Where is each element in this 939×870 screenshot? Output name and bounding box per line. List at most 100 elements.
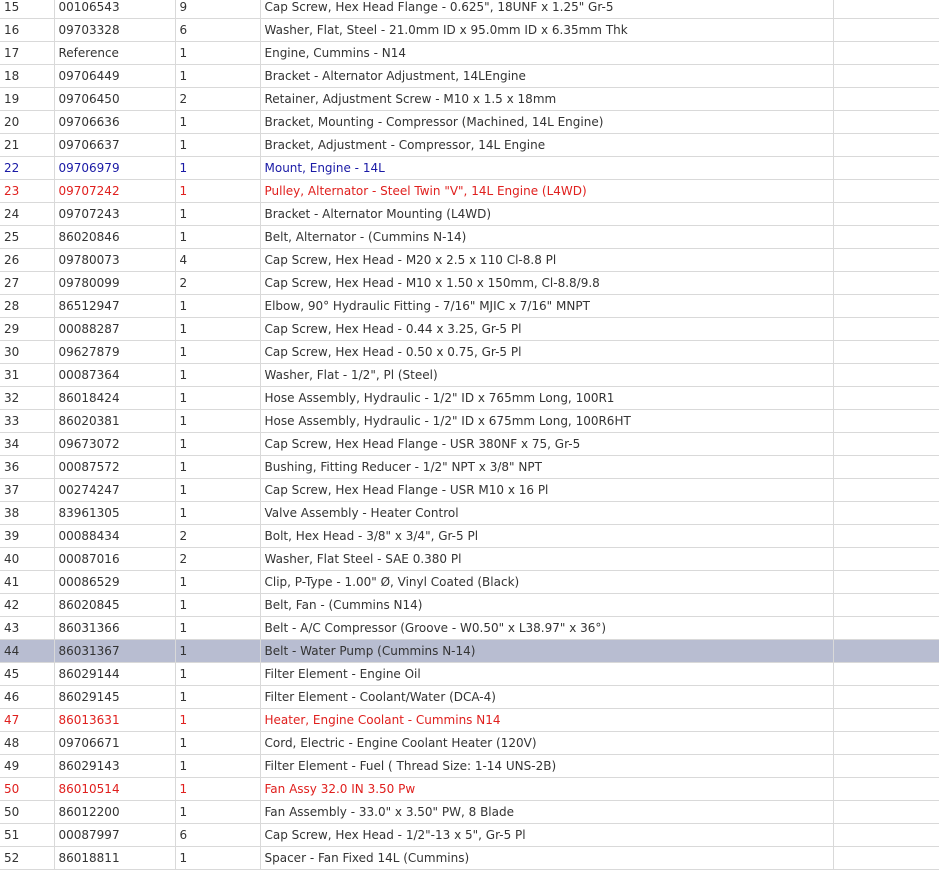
table-row[interactable]: 45 86029144 1 Filter Element - Engine Oil (0, 662, 939, 686)
table-row[interactable]: 33 86020381 1 Hose Assembly, Hydraulic - 1/… (0, 409, 939, 433)
empty-cell (833, 685, 939, 709)
table-row[interactable]: 32 86018424 1 Hose Assembly, Hydraulic - 1/… (0, 386, 939, 410)
quantity-cell: 1 (175, 363, 261, 387)
empty-cell (833, 524, 939, 548)
table-row[interactable]: 46 86029145 1 Filter Element - Coolant/Wate… (0, 685, 939, 709)
table-row[interactable]: 20 09706636 1 Bracket, Mounting - Compresso… (0, 110, 939, 134)
empty-cell (833, 547, 939, 571)
empty-cell (833, 570, 939, 594)
part-number-cell: 00087997 (54, 823, 176, 847)
table-row[interactable]: 50 86012200 1 Fan Assembly - 33.0" x 3.50" … (0, 800, 939, 824)
empty-cell (833, 248, 939, 272)
table-row[interactable]: 26 09780073 4 Cap Screw, Hex Head - M20 x 2… (0, 248, 939, 272)
quantity-cell: 1 (175, 225, 261, 249)
item-number-cell: 17 (0, 41, 55, 65)
table-row[interactable]: 43 86031366 1 Belt - A/C Compressor (Groove… (0, 616, 939, 640)
quantity-cell: 1 (175, 708, 261, 732)
part-number-cell: 09706450 (54, 87, 176, 111)
empty-cell (833, 317, 939, 341)
table-row[interactable]: 48 09706671 1 Cord, Electric - Engine Coola… (0, 731, 939, 755)
table-row[interactable]: 41 00086529 1 Clip, P-Type - 1.00" Ø, Vinyl… (0, 570, 939, 594)
table-row[interactable]: 18 09706449 1 Bracket - Alternator Adjustme… (0, 64, 939, 88)
table-row[interactable]: 24 09707243 1 Bracket - Alternator Mounting… (0, 202, 939, 226)
item-number-cell: 49 (0, 754, 55, 778)
quantity-cell: 2 (175, 547, 261, 571)
description-cell: Mount, Engine - 14L (260, 156, 834, 180)
table-row[interactable]: 42 86020845 1 Belt, Fan - (Cummins N14) (0, 593, 939, 617)
table-row[interactable]: 50 86010514 1 Fan Assy 32.0 IN 3.50 Pw (0, 777, 939, 801)
part-number-cell: 09627879 (54, 340, 176, 364)
description-cell: Pulley, Alternator - Steel Twin "V", 14L… (260, 179, 834, 203)
empty-cell (833, 0, 939, 19)
empty-cell (833, 708, 939, 732)
table-row[interactable]: 51 00087997 6 Cap Screw, Hex Head - 1/2"-13… (0, 823, 939, 847)
table-row[interactable]: 39 00088434 2 Bolt, Hex Head - 3/8" x 3/4",… (0, 524, 939, 548)
empty-cell (833, 846, 939, 870)
quantity-cell: 1 (175, 800, 261, 824)
empty-cell (833, 777, 939, 801)
item-number-cell: 28 (0, 294, 55, 318)
description-cell: Cap Screw, Hex Head Flange - USR 380NF x… (260, 432, 834, 456)
empty-cell (833, 662, 939, 686)
quantity-cell: 1 (175, 478, 261, 502)
table-row[interactable]: 30 09627879 1 Cap Screw, Hex Head - 0.50 x … (0, 340, 939, 364)
item-number-cell: 29 (0, 317, 55, 341)
table-row[interactable]: 17 Reference 1 Engine, Cummins - N14 (0, 41, 939, 65)
empty-cell (833, 225, 939, 249)
empty-cell (833, 18, 939, 42)
part-number-cell: 09703328 (54, 18, 176, 42)
part-number-cell: 09706671 (54, 731, 176, 755)
item-number-cell: 45 (0, 662, 55, 686)
part-number-cell: 09706979 (54, 156, 176, 180)
table-row[interactable]: 44 86031367 1 Belt - Water Pump (Cummins N-… (0, 639, 939, 663)
table-row[interactable]: 49 86029143 1 Filter Element - Fuel ( Threa… (0, 754, 939, 778)
empty-cell (833, 754, 939, 778)
empty-cell (833, 64, 939, 88)
table-row[interactable]: 19 09706450 2 Retainer, Adjustment Screw - … (0, 87, 939, 111)
empty-cell (833, 340, 939, 364)
description-cell: Cap Screw, Hex Head - 0.50 x 0.75, Gr-5 … (260, 340, 834, 364)
part-number-cell: 86020381 (54, 409, 176, 433)
part-number-cell: 00086529 (54, 570, 176, 594)
item-number-cell: 21 (0, 133, 55, 157)
quantity-cell: 1 (175, 777, 261, 801)
part-number-cell: 09706637 (54, 133, 176, 157)
quantity-cell: 1 (175, 340, 261, 364)
item-number-cell: 34 (0, 432, 55, 456)
table-row[interactable]: 21 09706637 1 Bracket, Adjustment - Compres… (0, 133, 939, 157)
table-row[interactable]: 40 00087016 2 Washer, Flat Steel - SAE 0.38… (0, 547, 939, 571)
quantity-cell: 1 (175, 501, 261, 525)
quantity-cell: 1 (175, 317, 261, 341)
table-row[interactable]: 22 09706979 1 Mount, Engine - 14L (0, 156, 939, 180)
description-cell: Bracket, Adjustment - Compressor, 14L En… (260, 133, 834, 157)
item-number-cell: 23 (0, 179, 55, 203)
table-row[interactable]: 47 86013631 1 Heater, Engine Coolant - Cumm… (0, 708, 939, 732)
table-row[interactable]: 34 09673072 1 Cap Screw, Hex Head Flange - … (0, 432, 939, 456)
empty-cell (833, 800, 939, 824)
quantity-cell: 1 (175, 685, 261, 709)
table-row[interactable]: 16 09703328 6 Washer, Flat, Steel - 21.0mm … (0, 18, 939, 42)
description-cell: Bracket - Alternator Mounting (L4WD) (260, 202, 834, 226)
description-cell: Bolt, Hex Head - 3/8" x 3/4", Gr-5 Pl (260, 524, 834, 548)
empty-cell (833, 294, 939, 318)
description-cell: Hose Assembly, Hydraulic - 1/2" ID x 765… (260, 386, 834, 410)
table-row[interactable]: 15 00106543 9 Cap Screw, Hex Head Flange - … (0, 0, 939, 19)
table-row[interactable]: 25 86020846 1 Belt, Alternator - (Cummins N… (0, 225, 939, 249)
item-number-cell: 20 (0, 110, 55, 134)
table-row[interactable]: 27 09780099 2 Cap Screw, Hex Head - M10 x 1… (0, 271, 939, 295)
table-row[interactable]: 36 00087572 1 Bushing, Fitting Reducer - 1/… (0, 455, 939, 479)
table-row[interactable]: 52 86018811 1 Spacer - Fan Fixed 14L (Cummi… (0, 846, 939, 870)
parts-list-body: 15 00106543 9 Cap Screw, Hex Head Flange - … (0, 0, 939, 870)
part-number-cell: 09780073 (54, 248, 176, 272)
table-row[interactable]: 29 00088287 1 Cap Screw, Hex Head - 0.44 x … (0, 317, 939, 341)
table-row[interactable]: 37 00274247 1 Cap Screw, Hex Head Flange - … (0, 478, 939, 502)
table-row[interactable]: 31 00087364 1 Washer, Flat - 1/2", Pl (Stee… (0, 363, 939, 387)
table-row[interactable]: 38 83961305 1 Valve Assembly - Heater Contr… (0, 501, 939, 525)
description-cell: Filter Element - Coolant/Water (DCA-4) (260, 685, 834, 709)
item-number-cell: 19 (0, 87, 55, 111)
description-cell: Washer, Flat - 1/2", Pl (Steel) (260, 363, 834, 387)
quantity-cell: 1 (175, 731, 261, 755)
description-cell: Belt, Fan - (Cummins N14) (260, 593, 834, 617)
table-row[interactable]: 28 86512947 1 Elbow, 90° Hydraulic Fitting … (0, 294, 939, 318)
table-row[interactable]: 23 09707242 1 Pulley, Alternator - Steel Tw… (0, 179, 939, 203)
